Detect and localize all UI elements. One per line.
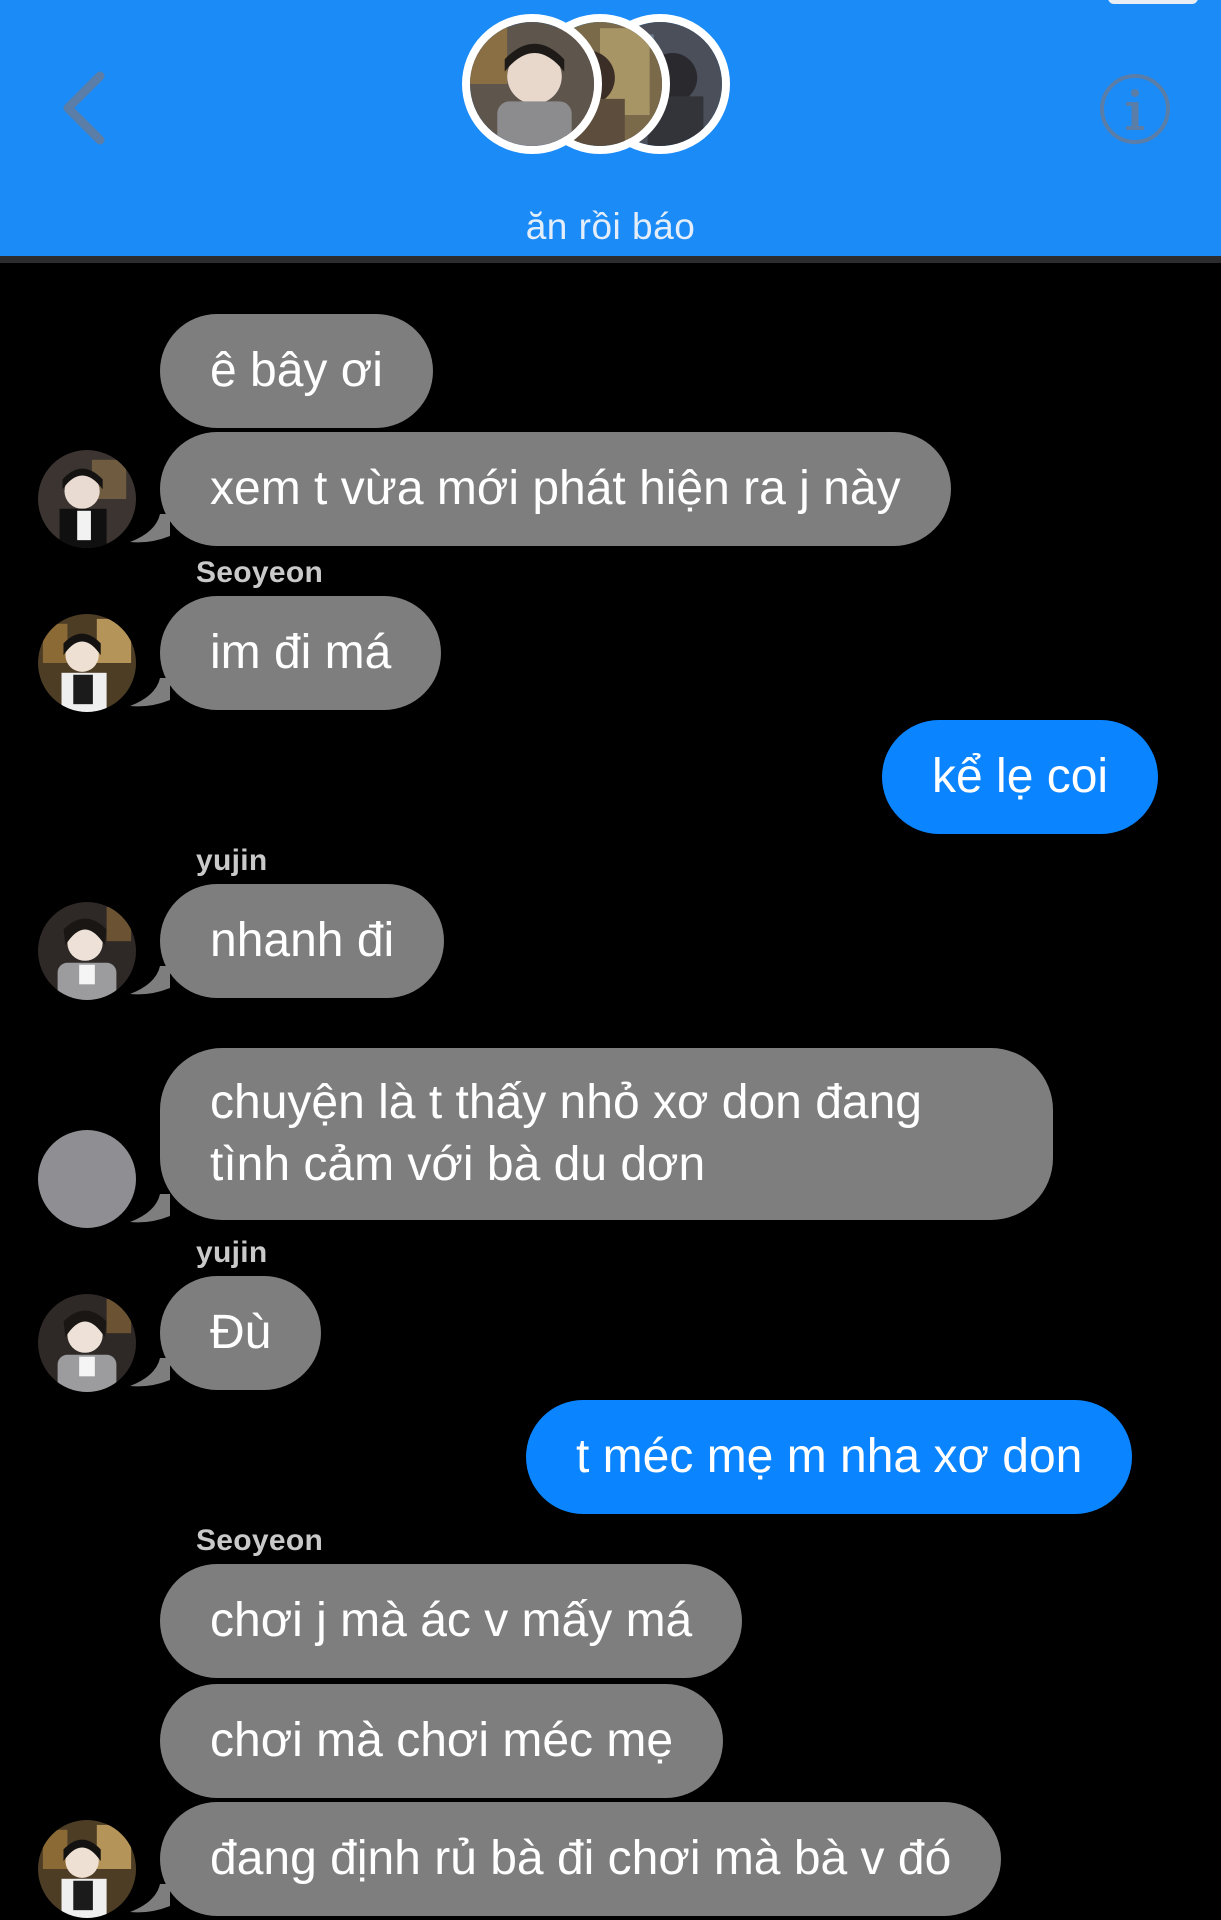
bubble-tail — [130, 1358, 170, 1387]
sender-name: Seoyeon — [196, 1524, 324, 1557]
group-name[interactable]: ăn rồi báo — [0, 206, 1221, 248]
sender-name: Seoyeon — [196, 556, 324, 589]
message-bubble[interactable]: chơi mà chơi méc mẹ — [160, 1684, 724, 1798]
message-bubble[interactable]: nhanh đi — [160, 884, 445, 998]
message-bubble-outgoing[interactable]: kể lẹ coi — [882, 720, 1159, 834]
message-bubble[interactable]: im đi má — [160, 596, 442, 710]
message-bubble[interactable]: xem t vừa mới phát hiện ra j này — [160, 432, 951, 546]
group-avatar-stack[interactable] — [462, 14, 742, 164]
message-text: đang định rủ bà đi chơi mà bà v đó — [210, 1832, 952, 1885]
status-bar-indicator — [1108, 0, 1198, 4]
message-bubble[interactable]: ê bây ơi — [160, 314, 433, 428]
message-text: chuyện là t thấy nhỏ xơ don đang tình cả… — [210, 1076, 922, 1191]
sender-name: yujin — [196, 844, 268, 877]
chat-header: ăn rồi báo — [0, 0, 1221, 256]
avatar[interactable] — [38, 1294, 136, 1392]
message-text: ê bây ơi — [210, 344, 383, 397]
avatar[interactable] — [38, 614, 136, 712]
avatar[interactable] — [38, 902, 136, 1000]
group-member-avatar — [462, 14, 602, 154]
message-text: chơi j mà ác v mấy má — [210, 1594, 693, 1647]
bubble-tail — [130, 514, 170, 543]
message-bubble[interactable]: chuyện là t thấy nhỏ xơ don đang tình cả… — [160, 1048, 1053, 1220]
message-text: nhanh đi — [210, 914, 395, 967]
bubble-tail — [130, 678, 170, 707]
message-bubble[interactable]: chơi j mà ác v mấy má — [160, 1564, 743, 1678]
bubble-tail — [130, 966, 170, 995]
message-text: t méc mẹ m nha xơ don — [576, 1430, 1083, 1483]
avatar[interactable] — [38, 1130, 136, 1228]
message-text: kể lẹ coi — [932, 750, 1109, 803]
bubble-tail — [130, 1884, 170, 1913]
avatar[interactable] — [38, 1820, 136, 1918]
sender-name: yujin — [196, 1236, 268, 1269]
info-icon[interactable] — [1098, 72, 1172, 146]
message-text: im đi má — [210, 626, 392, 679]
message-bubble[interactable]: đang định rủ bà đi chơi mà bà v đó — [160, 1802, 1002, 1916]
message-text: Đù — [210, 1306, 272, 1359]
avatar[interactable] — [38, 450, 136, 548]
message-text: chơi mà chơi méc mẹ — [210, 1714, 674, 1767]
message-bubble[interactable]: Đù — [160, 1276, 322, 1390]
message-text: xem t vừa mới phát hiện ra j này — [210, 462, 901, 515]
header-divider — [0, 256, 1221, 263]
chevron-left-icon[interactable] — [58, 68, 118, 148]
bubble-tail — [130, 1194, 170, 1223]
message-bubble-outgoing[interactable]: t méc mẹ m nha xơ don — [526, 1400, 1133, 1514]
